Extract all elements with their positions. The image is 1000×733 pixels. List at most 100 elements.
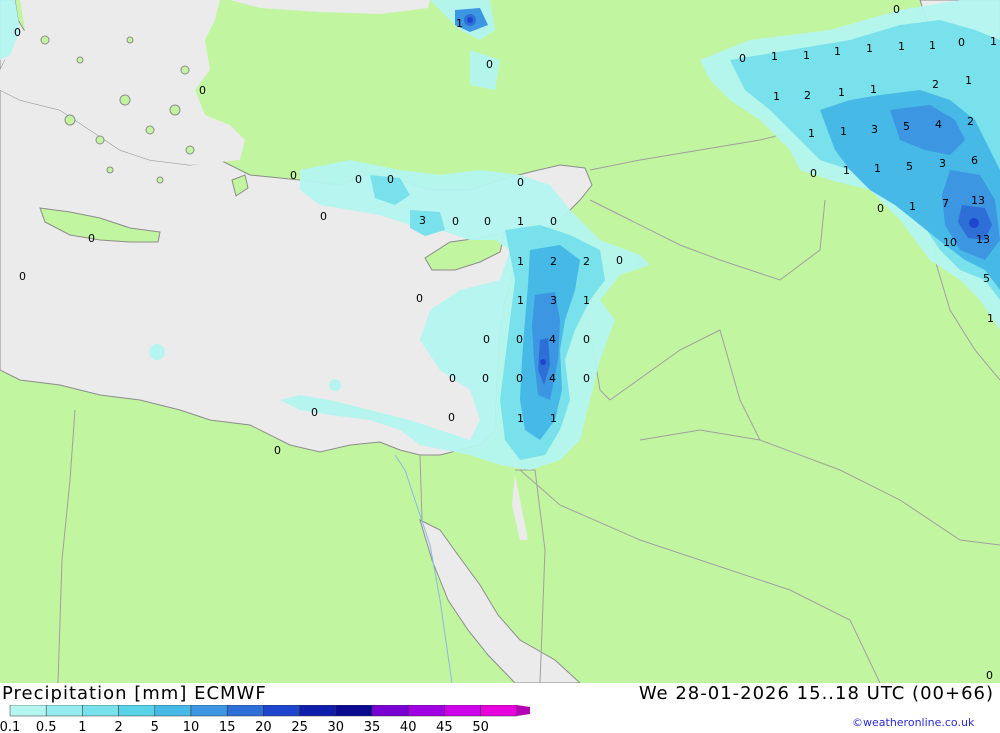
legend-tick-label: 35 [364,720,381,733]
legend-swatch [480,705,518,717]
precip-value: 1 [517,255,524,268]
precip-value: 0 [88,232,95,245]
precip-value: 0 [320,210,327,223]
legend-swatch [154,705,192,717]
precip-value: 0 [583,372,590,385]
legend-tick-label: 50 [472,720,489,733]
precip-value: 1 [771,50,778,63]
precip-value: 3 [419,214,426,227]
precip-value: 0 [387,173,394,186]
precip-value: 0 [274,444,281,457]
precip-value: 0 [486,58,493,71]
precip-value: 1 [929,39,936,52]
precip-value: 0 [448,411,455,424]
precip-value: 1 [517,412,524,425]
legend-tick-label: 40 [400,720,417,733]
precip-value: 1 [866,42,873,55]
precip-value: 1 [803,49,810,62]
legend-tick-label: 2 [114,720,122,733]
precip-value: 1 [874,162,881,175]
precip-value: 0 [516,333,523,346]
precip-value: 0 [311,406,318,419]
legend-tick-label: 45 [436,720,453,733]
valid-time: We 28-01-2026 15..18 UTC (00+66) [638,683,994,704]
precip-value: 0 [893,3,900,16]
precip-value: 1 [583,294,590,307]
precip-value: 0 [14,26,21,39]
precip-legend: 0.1 0.5 1 2 5 10 15 20 25 30 35 40 45 50 [0,705,530,733]
precip-value: 0 [583,333,590,346]
legend-tick-label: 20 [255,720,272,733]
precipitation-map: 1 0 0 0 0 0 0 0 0 0 3 0 0 1 0 0 1 2 2 0 … [0,0,1000,683]
precip-value: 0 [290,169,297,182]
legend-tick-label: 5 [151,720,159,733]
precip-value: 1 [840,125,847,138]
precip-value: 0 [986,669,993,682]
precip-value: 5 [906,160,913,173]
precip-value: 0 [517,176,524,189]
precip-value: 0 [483,333,490,346]
legend-tick-label: 0.5 [36,720,57,733]
precip-value: 1 [870,83,877,96]
precip-value: 2 [550,255,557,268]
precip-value: 1 [517,215,524,228]
precip-value: 1 [898,40,905,53]
precip-value: 2 [804,89,811,102]
precip-value: 0 [199,84,206,97]
precip-value: 13 [971,194,985,207]
precip-value: 1 [843,164,850,177]
precip-value: 1 [773,90,780,103]
precip-value: 1 [808,127,815,140]
precip-value: 0 [877,202,884,215]
precip-value: 0 [482,372,489,385]
legend-swatch [82,705,119,717]
precip-value: 10 [943,236,957,249]
legend-tick-label: 25 [291,720,308,733]
legend-swatch [118,705,156,717]
precip-value: 0 [19,270,26,283]
precip-value: 1 [517,294,524,307]
legend-tick-label: 1 [78,720,86,733]
precip-value: 0 [958,36,965,49]
precip-value: 0 [616,254,623,267]
precip-value: 2 [967,115,974,128]
precip-value: 1 [909,200,916,213]
precip-value: 7 [942,197,949,210]
legend-swatch [516,705,530,716]
precip-value: 3 [871,123,878,136]
legend-tick-label: 10 [183,720,200,733]
precip-value: 2 [583,255,590,268]
precip-value: 3 [550,294,557,307]
map-title: Precipitation [mm] ECMWF [2,683,267,704]
legend-swatch [444,705,481,717]
precip-value: 0 [416,292,423,305]
precip-value: 5 [983,272,990,285]
legend-swatch [9,705,47,717]
precip-value: 1 [838,86,845,99]
precip-value: 1 [834,45,841,58]
legend-tick-label: 0.1 [0,720,20,733]
precip-value: 0 [355,173,362,186]
legend-swatch [299,705,337,717]
precip-value: 1 [965,74,972,87]
precip-value: 2 [932,78,939,91]
precip-value: 4 [549,372,556,385]
legend-swatch [226,705,264,717]
precip-value: 1 [990,35,997,48]
precip-value: 0 [550,215,557,228]
precip-value: 0 [484,215,491,228]
legend-tick-label: 15 [219,720,236,733]
legend-swatch [371,705,409,717]
precip-value: 6 [971,154,978,167]
precip-value: 0 [449,372,456,385]
precip-value: 1 [550,412,557,425]
credit-link[interactable]: ©weatheronline.co.uk [852,716,974,729]
precip-value: 0 [452,215,459,228]
legend-swatch [190,705,228,717]
precip-value: 0 [810,167,817,180]
legend-swatch [335,705,373,717]
precip-value: 0 [516,372,523,385]
legend-swatch [263,705,300,717]
legend-swatch [407,705,445,717]
precip-value: 1 [456,17,463,30]
